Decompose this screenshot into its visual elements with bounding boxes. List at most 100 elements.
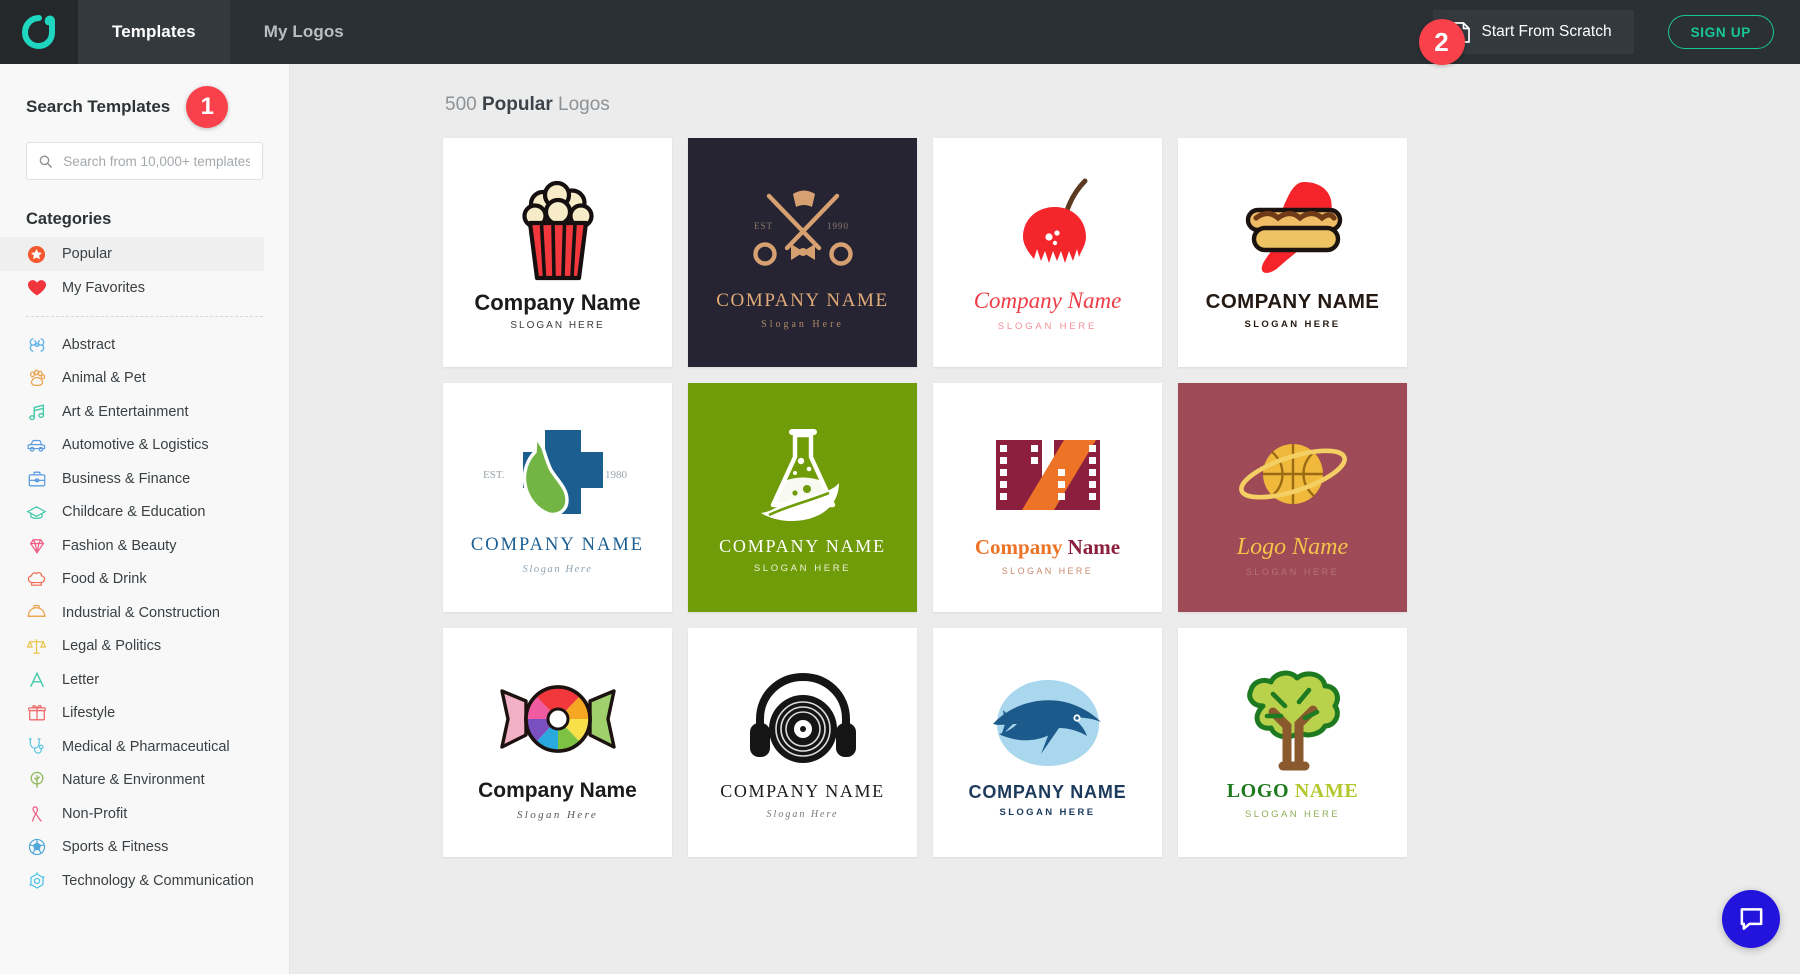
template-card-basketball-planet[interactable]: Logo Name SLOGAN HERE [1178, 383, 1407, 612]
sidebar-item-art-entertainment[interactable]: Art & Entertainment [0, 395, 264, 429]
letter-a-icon [26, 669, 47, 690]
company-name: COMPANY NAME [716, 290, 889, 312]
car-icon [26, 435, 47, 456]
search-input[interactable] [63, 153, 250, 169]
sidebar-item-letter-label: Letter [62, 671, 100, 688]
template-card-cherry[interactable]: Company Name SLOGAN HERE [933, 138, 1162, 367]
tuna-fish-icon [985, 666, 1111, 778]
sidebar-item-popular-label: Popular [62, 246, 112, 262]
template-card-text: COMPANY NAME SLOGAN HERE [1206, 290, 1380, 330]
sidebar-item-lifestyle-label: Lifestyle [62, 705, 116, 722]
sidebar-item-animal-pet[interactable]: Animal & Pet [0, 362, 264, 396]
search-icon [39, 155, 52, 168]
vinyl-record-headphones-icon [746, 665, 860, 777]
barber-scissors-icon: EST 1990 [743, 174, 863, 286]
sidebar-item-non-profit-label: Non-Profit [62, 805, 128, 822]
sign-up-button[interactable]: SIGN UP [1667, 15, 1774, 49]
annotation-badge-1-label: 1 [200, 93, 214, 120]
results-count: 500 [445, 94, 477, 115]
results-suffix: Logos [558, 94, 610, 115]
template-card-tree[interactable]: LOGO NAME SLOGAN HERE [1178, 628, 1407, 857]
slogan: Slogan Here [516, 809, 599, 822]
designevo-logo-icon [21, 15, 55, 50]
sidebar-item-technology-communication-label: Technology & Communication [62, 872, 254, 889]
sidebar: Search Templates 1 Categories Popular My… [0, 64, 290, 974]
chat-bubble-icon [1740, 908, 1762, 930]
sidebar-item-letter[interactable]: Letter [0, 663, 264, 697]
sidebar-item-childcare-education[interactable]: Childcare & Education [0, 496, 264, 530]
vet-cross-cat-icon: EST. 1980 [483, 419, 633, 531]
sidebar-item-non-profit[interactable]: Non-Profit [0, 797, 264, 831]
main-content: 500 Popular Logos Company Name SLOGAN HE… [290, 64, 1800, 974]
template-card-vinyl-headphones[interactable]: COMPANY NAME Slogan Here [688, 628, 917, 857]
template-card-candy[interactable]: Company Name Slogan Here [443, 628, 672, 857]
slogan: SLOGAN HERE [1001, 565, 1094, 576]
sidebar-item-animal-pet-label: Animal & Pet [62, 370, 146, 387]
chat-support-button[interactable] [1722, 890, 1780, 948]
sidebar-item-sports-fitness-label: Sports & Fitness [62, 839, 169, 856]
sidebar-item-sports-fitness[interactable]: Sports & Fitness [0, 831, 264, 865]
template-card-popcorn[interactable]: Company Name SLOGAN HERE [443, 138, 672, 367]
sidebar-item-automotive-logistics[interactable]: Automotive & Logistics [0, 429, 264, 463]
annotation-badge-2-label: 2 [1434, 26, 1449, 57]
hotdog-icon [1230, 174, 1356, 286]
sidebar-item-abstract[interactable]: Abstract [0, 328, 264, 362]
template-card-lab-flask[interactable]: COMPANY NAME SLOGAN HERE [688, 383, 917, 612]
company-name: COMPANY NAME [968, 781, 1127, 802]
sidebar-item-nature-environment[interactable]: Nature & Environment [0, 764, 264, 798]
company-name-part-a: Company [974, 534, 1063, 559]
sidebar-item-nature-environment-label: Nature & Environment [62, 772, 205, 789]
template-card-film-strip[interactable]: Company Name SLOGAN HERE [933, 383, 1162, 612]
slogan: Slogan Here [761, 319, 844, 331]
sidebar-item-medical-pharmaceutical-label: Medical & Pharmaceutical [62, 738, 230, 755]
sidebar-item-medical-pharmaceutical[interactable]: Medical & Pharmaceutical [0, 730, 264, 764]
sidebar-divider [26, 316, 263, 317]
tab-my-logos[interactable]: My Logos [230, 0, 378, 64]
template-card-text: LOGO NAME SLOGAN HERE [1227, 780, 1359, 821]
results-count-header: 500 Popular Logos [290, 64, 1800, 116]
slogan: Slogan Here [522, 563, 593, 575]
tab-templates-label: Templates [112, 22, 196, 41]
sidebar-item-popular[interactable]: Popular [0, 237, 264, 271]
template-card-barber-scissors[interactable]: EST 1990 COMPANY NAME Slogan Here [688, 138, 917, 367]
template-card-hotdog[interactable]: COMPANY NAME SLOGAN HERE [1178, 138, 1407, 367]
hard-hat-icon [26, 602, 47, 623]
candy-swirl-icon [492, 663, 624, 775]
slogan: SLOGAN HERE [997, 320, 1098, 332]
template-card-text: Logo Name SLOGAN HERE [1237, 534, 1348, 578]
sidebar-item-fashion-beauty[interactable]: Fashion & Beauty [0, 529, 264, 563]
basketball-planet-icon [1234, 418, 1352, 530]
chef-hat-icon [26, 569, 47, 590]
category-list: Abstract Animal & Pet Art & Entertainmen… [0, 328, 289, 898]
star-badge-icon [26, 244, 47, 265]
sidebar-item-technology-communication[interactable]: Technology & Communication [0, 864, 264, 898]
sidebar-item-my-favorites[interactable]: My Favorites [0, 271, 264, 305]
template-card-text: COMPANY NAME Slogan Here [720, 781, 884, 820]
search-templates-title: Search Templates [26, 97, 171, 116]
company-name-part-b: NAME [1294, 780, 1359, 803]
slogan: SLOGAN HERE [999, 807, 1096, 819]
sidebar-item-business-finance[interactable]: Business & Finance [0, 462, 264, 496]
briefcase-icon [26, 468, 47, 489]
tab-templates[interactable]: Templates [78, 0, 230, 64]
gift-box-icon [26, 703, 47, 724]
search-templates-header: Search Templates 1 [0, 64, 289, 128]
search-box[interactable] [26, 142, 263, 180]
brand-logo[interactable] [0, 0, 78, 64]
sidebar-item-legal-politics[interactable]: Legal & Politics [0, 630, 264, 664]
sidebar-item-lifestyle[interactable]: Lifestyle [0, 697, 264, 731]
sidebar-item-abstract-label: Abstract [62, 336, 116, 353]
main-nav-tabs: Templates My Logos [78, 0, 378, 64]
template-card-vet-cross[interactable]: EST. 1980 COMPANY NAME Slogan Here [443, 383, 672, 612]
slogan: SLOGAN HERE [510, 319, 605, 331]
soccer-ball-icon [26, 837, 47, 858]
sidebar-item-food-drink[interactable]: Food & Drink [0, 563, 264, 597]
stethoscope-icon [26, 736, 47, 757]
sidebar-item-industrial-construction[interactable]: Industrial & Construction [0, 596, 264, 630]
company-name: LOGO NAME [1227, 780, 1359, 803]
company-name: COMPANY NAME [1205, 290, 1380, 314]
est-right: 1990 [827, 221, 849, 231]
slogan: SLOGAN HERE [1244, 809, 1340, 821]
sidebar-item-art-entertainment-label: Art & Entertainment [62, 403, 189, 420]
template-card-tuna-fish[interactable]: COMPANY NAME SLOGAN HERE [933, 628, 1162, 857]
